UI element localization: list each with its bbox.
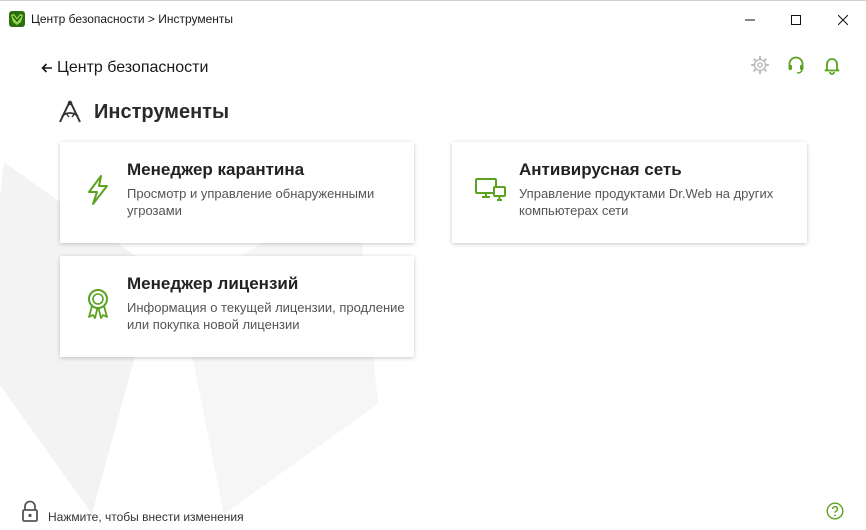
- license-manager-card[interactable]: Менеджер лицензий Информация о текущей л…: [60, 256, 414, 357]
- help-icon[interactable]: [826, 502, 844, 520]
- network-computers-icon: [475, 178, 506, 201]
- title-bar: Центр безопасности > Инструменты: [0, 1, 866, 38]
- unlock-changes-link[interactable]: Нажмите, чтобы внести изменения: [48, 510, 244, 524]
- antivirus-network-card[interactable]: Антивирусная сеть Управление продуктами …: [452, 142, 807, 243]
- page-title: Инструменты: [94, 100, 230, 123]
- status-bar: Нажмите, чтобы внести изменения: [0, 497, 866, 530]
- gear-icon[interactable]: [750, 55, 770, 75]
- card-description: Просмотр и управление обнаруженными угро…: [127, 186, 375, 218]
- close-button[interactable]: [820, 1, 866, 38]
- bell-notifications-icon[interactable]: [822, 55, 842, 75]
- drweb-app-icon: [9, 11, 25, 27]
- quarantine-manager-card[interactable]: Менеджер карантина Просмотр и управление…: [60, 142, 414, 243]
- window-title: Центр безопасности > Инструменты: [31, 12, 234, 26]
- app-window: Центр безопасности > Инструменты Центр б…: [0, 0, 866, 530]
- card-description: Управление продуктами Dr.Web на других к…: [519, 186, 774, 218]
- page-header: Инструменты: [57, 98, 229, 126]
- minimize-button[interactable]: [727, 1, 773, 38]
- lightning-icon: [88, 175, 108, 205]
- minimize-icon: [745, 19, 755, 20]
- arrow-left-icon: [41, 63, 52, 73]
- maximize-button[interactable]: [773, 1, 819, 38]
- card-title: Антивирусная сеть: [519, 160, 682, 179]
- tools-compass-icon: [59, 100, 81, 123]
- back-link-label: Центр безопасности: [57, 59, 209, 76]
- card-title: Менеджер карантина: [127, 160, 305, 179]
- back-to-security-center-link[interactable]: Центр безопасности: [41, 57, 208, 79]
- card-description: Информация о текущей лицензии, продление…: [127, 300, 405, 332]
- card-title: Менеджер лицензий: [127, 274, 299, 293]
- headset-support-icon[interactable]: [786, 55, 806, 75]
- close-icon: [838, 14, 848, 25]
- license-award-icon: [88, 289, 108, 319]
- maximize-icon: [791, 14, 801, 25]
- lock-icon[interactable]: [21, 500, 39, 522]
